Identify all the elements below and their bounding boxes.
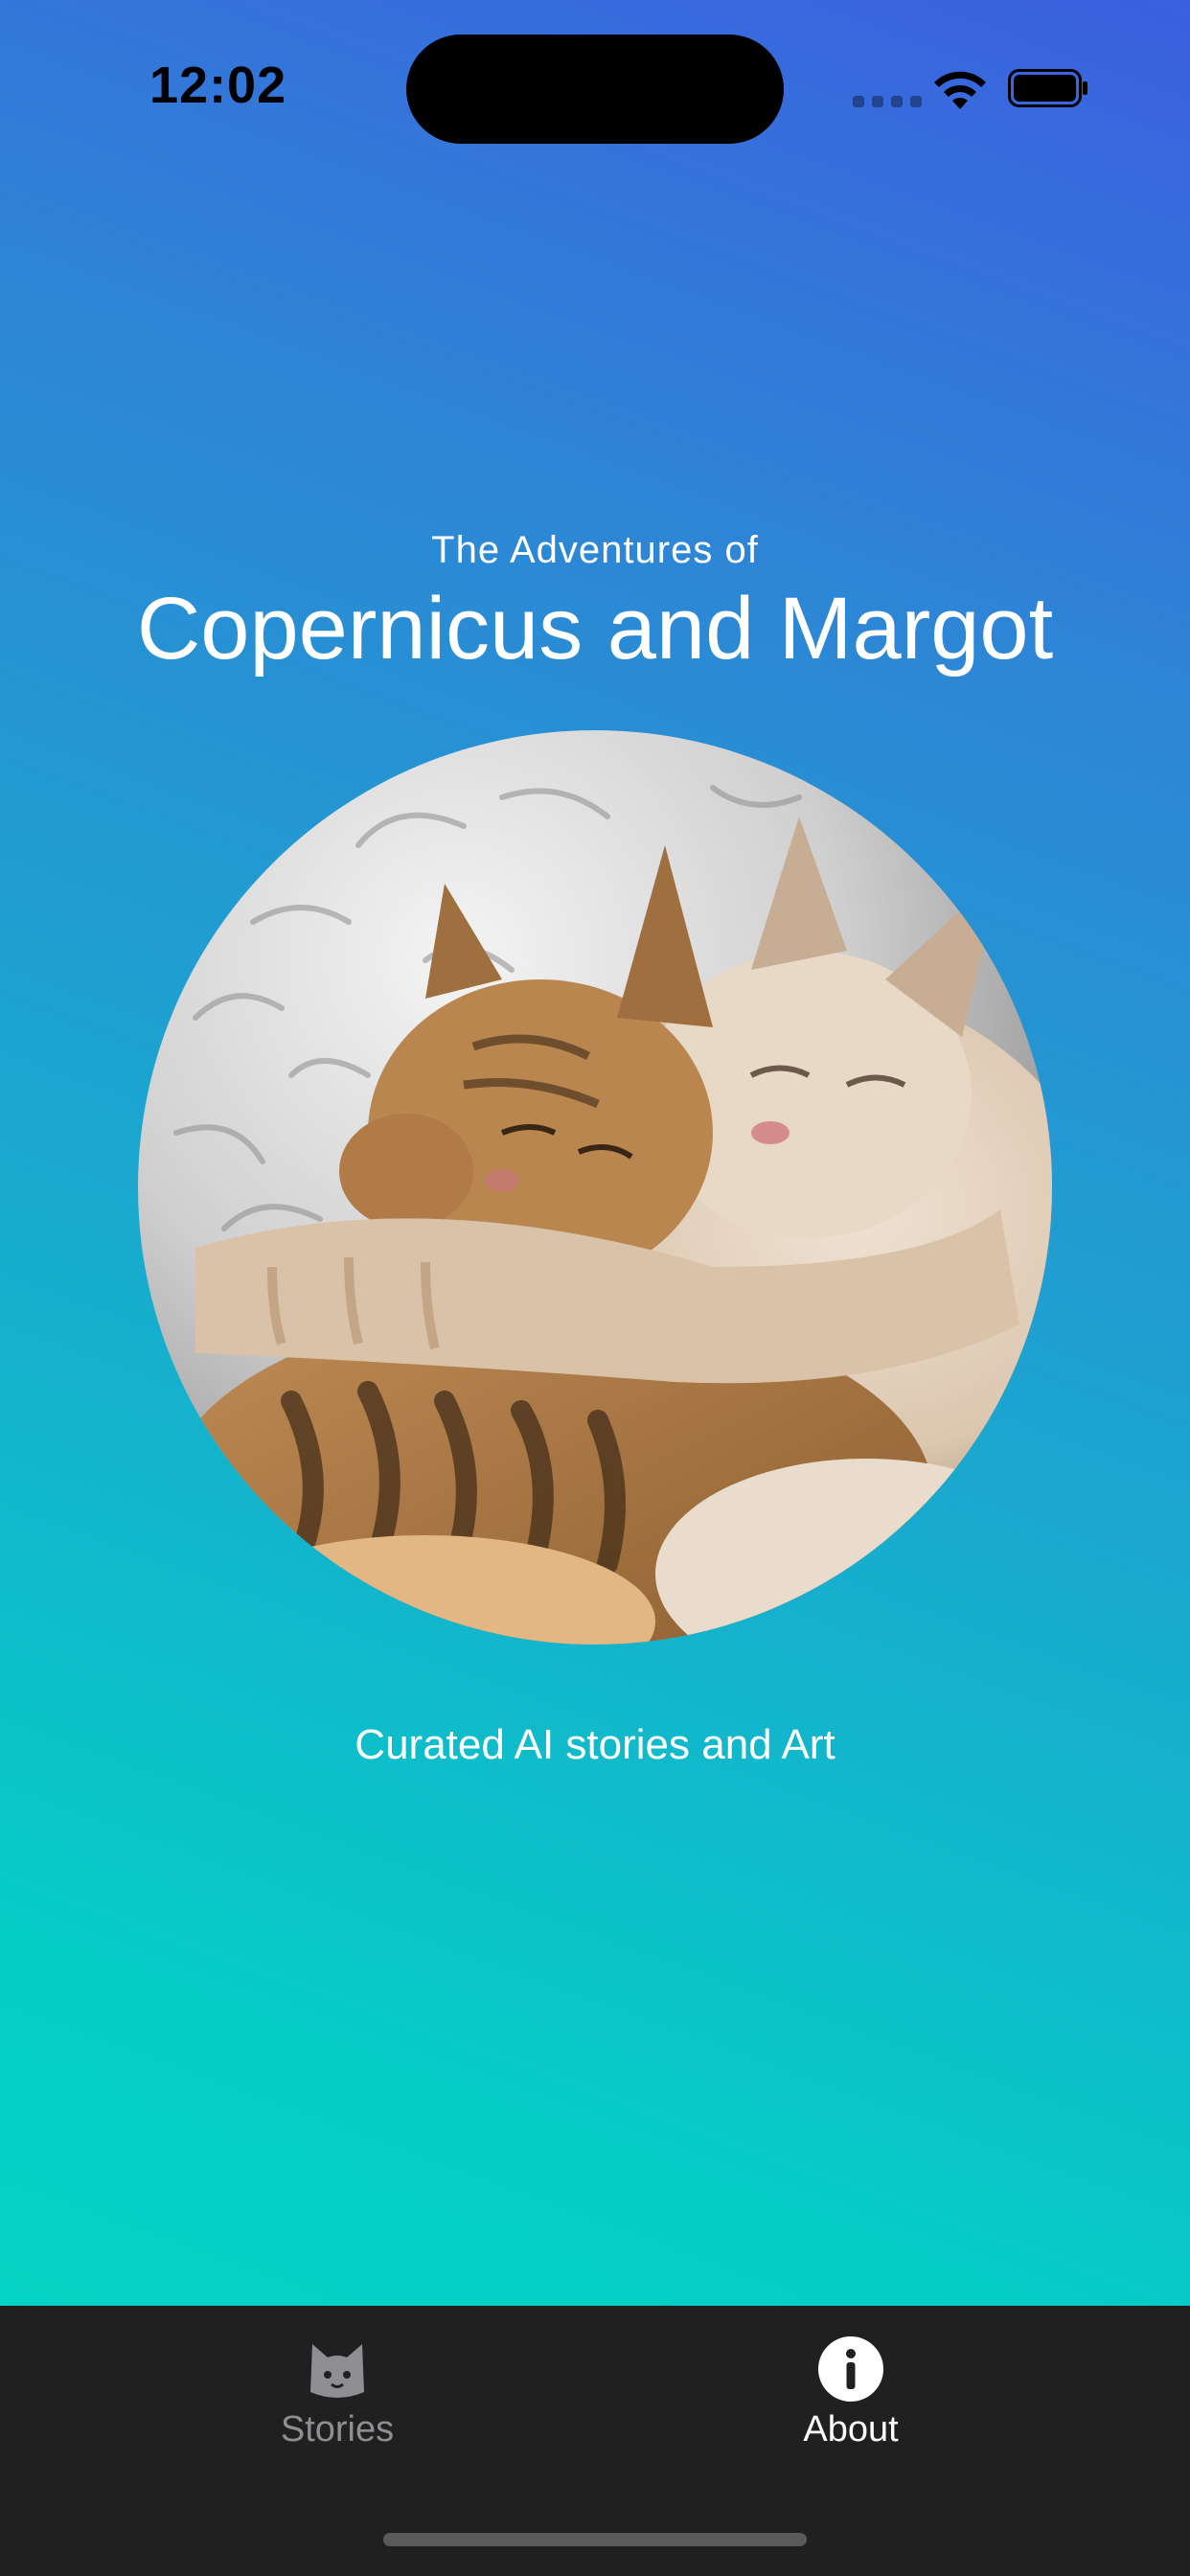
app-title: Copernicus and Margot: [136, 580, 1054, 678]
dynamic-island: [406, 34, 784, 144]
wifi-icon: [934, 71, 986, 109]
battery-icon: [1008, 69, 1087, 107]
status-time: 12:02: [149, 57, 287, 114]
cats-photo: [138, 730, 1052, 1644]
home-indicator: [383, 2533, 807, 2546]
tab-about[interactable]: About: [707, 2334, 995, 2450]
cellular-signal-icon: [853, 96, 922, 107]
tagline: Curated AI stories and Art: [355, 1721, 835, 1768]
title-prefix: The Adventures of: [431, 529, 759, 571]
info-circle-icon: [818, 2336, 883, 2402]
tab-stories[interactable]: Stories: [194, 2334, 481, 2450]
tab-about-label: About: [803, 2409, 899, 2450]
cat-face-icon: [310, 2344, 364, 2398]
about-screen: 12:02 The Adventures of Copernicus and M…: [0, 0, 1190, 2576]
tab-stories-label: Stories: [280, 2409, 395, 2450]
